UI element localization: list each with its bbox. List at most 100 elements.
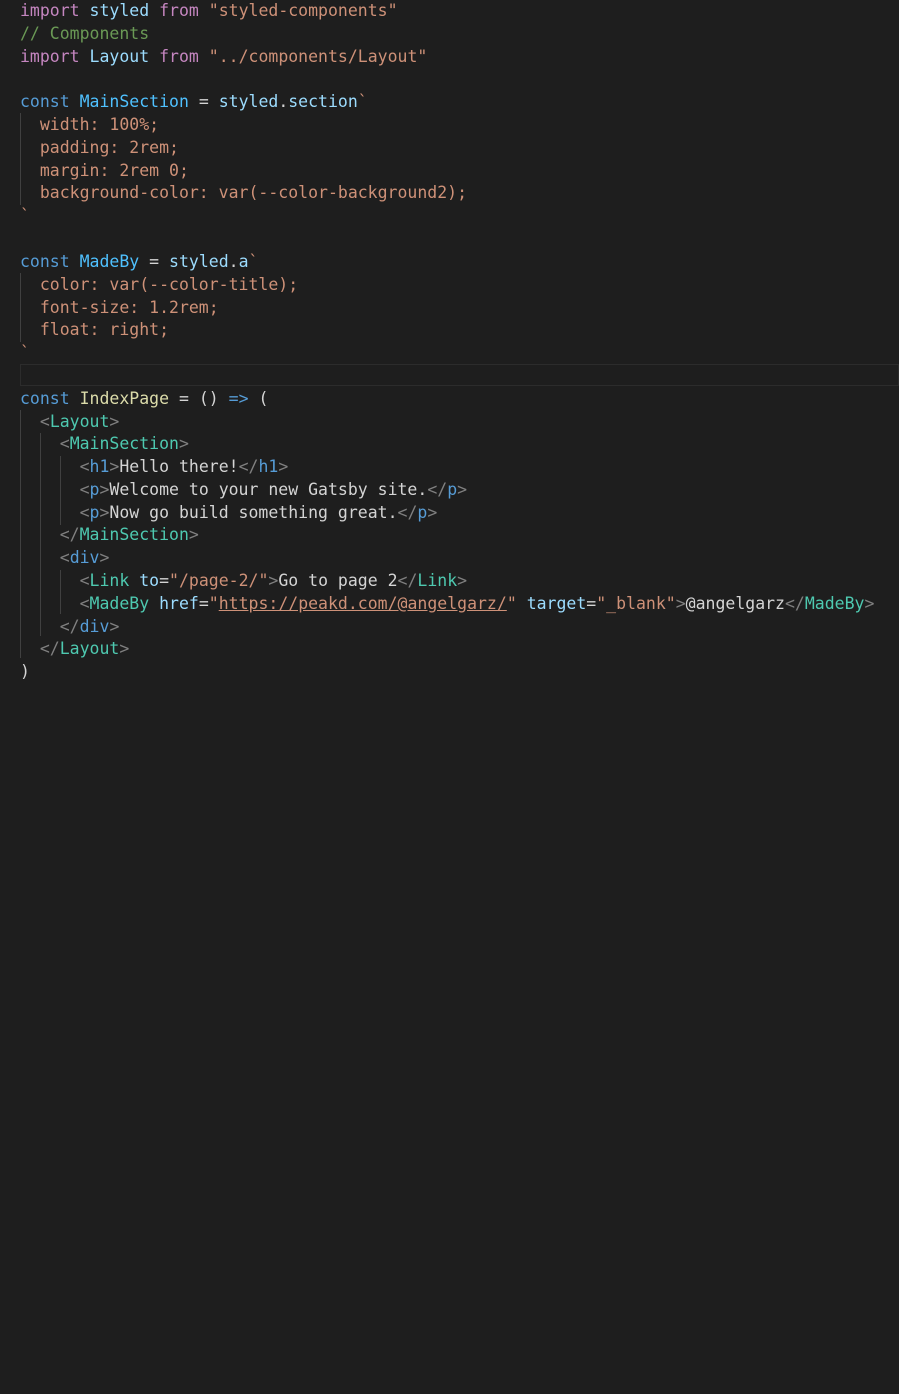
token-tag: div	[69, 548, 100, 567]
token-keyword: const	[20, 252, 70, 271]
token-identifier: styled	[169, 252, 229, 271]
token-identifier: styled	[89, 1, 150, 20]
code-line[interactable]: <div>	[20, 546, 110, 569]
token-keyword: from	[159, 1, 199, 20]
token-punctuation: (	[258, 389, 269, 408]
token-text: Welcome to your new Gatsby site.	[109, 480, 428, 499]
token-punctuation: </	[427, 480, 448, 499]
token-keyword: const	[20, 389, 70, 408]
token-punctuation: <	[79, 457, 90, 476]
token-arrow: =>	[228, 389, 249, 408]
token-css: float: right;	[20, 320, 170, 339]
token-punctuation: </	[785, 594, 805, 613]
token-css: width: 100%;	[20, 115, 160, 134]
token-tag: p	[447, 480, 458, 499]
token-string: "/page-2/"	[169, 571, 269, 590]
code-line[interactable]: float: right;	[20, 318, 169, 341]
token-punctuation: >	[109, 457, 120, 476]
code-line[interactable]: <MainSection>	[20, 432, 189, 455]
token-text: @angelgarz	[685, 594, 785, 613]
code-line[interactable]: width: 100%;	[20, 113, 159, 136]
token-punctuation: </	[397, 503, 418, 522]
token-punctuation: </	[397, 571, 418, 590]
token-component: MadeBy	[804, 594, 865, 613]
token-identifier: a	[238, 252, 249, 271]
code-line[interactable]: const MainSection = styled.section`	[20, 90, 368, 113]
token-string: "styled-components"	[208, 1, 398, 20]
code-line[interactable]: <MadeBy href="https://peakd.com/@angelga…	[20, 592, 875, 615]
token-punctuation: >	[178, 434, 189, 453]
token-punctuation: <	[39, 412, 50, 431]
token-punctuation: ()	[198, 389, 219, 408]
token-operator: =	[159, 571, 170, 590]
token-component: MainSection	[69, 434, 179, 453]
code-line[interactable]: // Components	[20, 22, 149, 45]
code-line[interactable]: <Link to="/page-2/">Go to page 2</Link>	[20, 569, 468, 592]
token-punctuation: .	[278, 92, 289, 111]
token-component: MainSection	[79, 525, 189, 544]
token-keyword: const	[20, 92, 70, 111]
token-comment: // Components	[20, 24, 150, 43]
token-css: background-color: var(--color-background…	[20, 183, 468, 202]
code-line[interactable]: <Layout>	[20, 410, 119, 433]
token-keyword: import	[20, 47, 80, 66]
code-line[interactable]: <p>Now go build something great.</p>	[20, 501, 438, 524]
token-punctuation: >	[109, 617, 120, 636]
token-string: `	[20, 343, 30, 362]
code-line[interactable]: color: var(--color-title);	[20, 273, 298, 296]
token-punctuation: >	[99, 480, 110, 499]
code-line[interactable]: import styled from "styled-components"	[20, 0, 398, 22]
code-line[interactable]: </Layout>	[20, 637, 129, 660]
code-line[interactable]: font-size: 1.2rem;	[20, 296, 219, 319]
token-css: padding: 2rem;	[20, 138, 179, 157]
code-line[interactable]: margin: 2rem 0;	[20, 159, 189, 182]
token-tag: div	[79, 617, 110, 636]
token-operator: =	[178, 389, 189, 408]
token-string: "../components/Layout"	[208, 47, 428, 66]
token-punctuation: <	[59, 548, 70, 567]
token-punctuation: </	[238, 457, 259, 476]
token-string: "	[506, 594, 517, 613]
code-line[interactable]: background-color: var(--color-background…	[20, 181, 467, 204]
code-line[interactable]: `	[20, 204, 30, 227]
token-operator: =	[198, 594, 209, 613]
token-punctuation: )	[20, 662, 30, 681]
code-line[interactable]: const MadeBy = styled.a`	[20, 250, 258, 273]
code-line[interactable]: `	[20, 341, 30, 364]
token-text: Now go build something great.	[109, 503, 398, 522]
token-punctuation: >	[675, 594, 686, 613]
token-identifier: section	[288, 92, 358, 111]
token-punctuation: >	[427, 503, 438, 522]
code-line[interactable]: padding: 2rem;	[20, 136, 179, 159]
token-link[interactable]: https://peakd.com/@angelgarz/	[219, 594, 507, 613]
token-tag: p	[89, 480, 100, 499]
code-line[interactable]: <h1>Hello there!</h1>	[20, 455, 289, 478]
token-punctuation: >	[278, 457, 289, 476]
token-punctuation: >	[188, 525, 199, 544]
code-line[interactable]: </MainSection>	[20, 523, 199, 546]
token-string: `	[248, 252, 259, 271]
token-identifier: MadeBy	[79, 252, 140, 271]
code-line[interactable]: )	[20, 660, 30, 683]
code-editor[interactable]: import styled from "styled-components" /…	[0, 0, 899, 697]
code-line[interactable]: const IndexPage = () => (	[20, 387, 268, 410]
token-string: `	[20, 206, 30, 225]
token-punctuation: </	[59, 525, 80, 544]
token-punctuation: <	[59, 434, 70, 453]
token-component: MadeBy	[89, 594, 150, 613]
token-component: Link	[417, 571, 458, 590]
token-css: font-size: 1.2rem;	[20, 298, 219, 317]
token-punctuation: >	[99, 548, 110, 567]
token-string: `	[357, 92, 368, 111]
token-function: IndexPage	[79, 389, 170, 408]
token-tag: h1	[89, 457, 110, 476]
code-line[interactable]: import Layout from "../components/Layout…	[20, 45, 427, 68]
token-identifier: styled	[218, 92, 279, 111]
token-tag: h1	[258, 457, 279, 476]
code-line[interactable]: <p>Welcome to your new Gatsby site.</p>	[20, 478, 467, 501]
token-operator: =	[198, 92, 209, 111]
token-string: "_blank"	[596, 594, 676, 613]
code-line[interactable]: </div>	[20, 615, 120, 638]
token-punctuation: >	[864, 594, 875, 613]
token-component: Layout	[59, 639, 120, 658]
